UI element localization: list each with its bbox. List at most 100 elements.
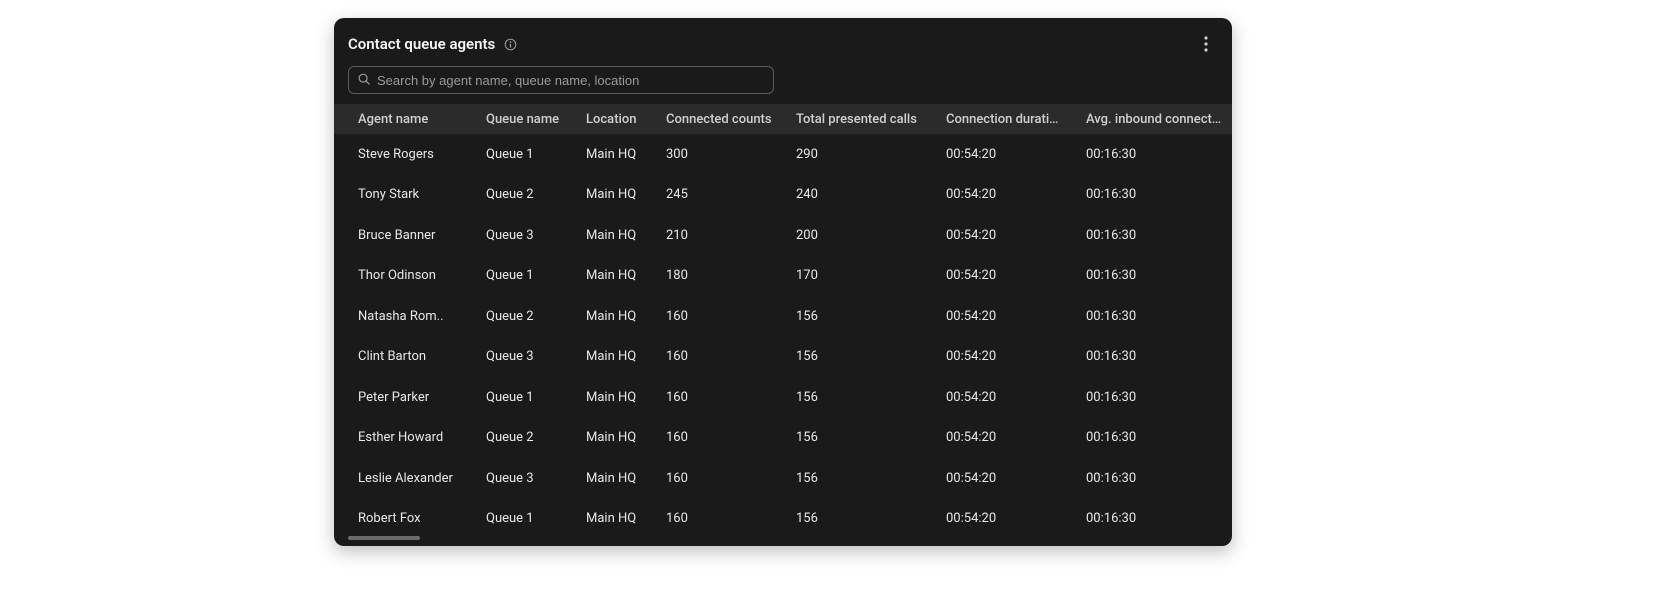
cell-location: Main HQ — [574, 268, 654, 283]
search-row — [334, 66, 1232, 104]
cell-location: Main HQ — [574, 147, 654, 162]
table-body: Steve RogersQueue 1Main HQ30029000:54:20… — [334, 134, 1232, 539]
cell-connected: 180 — [654, 268, 784, 283]
table-row[interactable]: Steve RogersQueue 1Main HQ30029000:54:20… — [334, 134, 1232, 175]
cell-location: Main HQ — [574, 511, 654, 526]
cell-avg-inbound: 00:16:30 — [1074, 430, 1232, 445]
cell-agent-name: Thor Odinson — [334, 268, 474, 283]
cell-agent-name: Clint Barton — [334, 349, 474, 364]
cell-agent-name: Tony Stark — [334, 187, 474, 202]
cell-avg-inbound: 00:16:30 — [1074, 511, 1232, 526]
search-icon — [357, 71, 371, 90]
table-row[interactable]: Esther HowardQueue 2Main HQ16015600:54:2… — [334, 418, 1232, 459]
cell-avg-inbound: 00:16:30 — [1074, 187, 1232, 202]
cell-agent-name: Leslie Alexander — [334, 471, 474, 486]
table-row[interactable]: Natasha Rom..Queue 2Main HQ16015600:54:2… — [334, 296, 1232, 337]
table-row[interactable]: Robert FoxQueue 1Main HQ16015600:54:2000… — [334, 499, 1232, 540]
cell-presented: 156 — [784, 471, 934, 486]
cell-connected: 160 — [654, 471, 784, 486]
horizontal-scrollbar-thumb[interactable] — [348, 536, 420, 540]
cell-location: Main HQ — [574, 228, 654, 243]
cell-presented: 170 — [784, 268, 934, 283]
cell-agent-name: Esther Howard — [334, 430, 474, 445]
cell-connected: 160 — [654, 309, 784, 324]
cell-duration: 00:54:20 — [934, 147, 1074, 162]
agents-table: Agent name Queue name Location Connected… — [334, 104, 1232, 539]
cell-avg-inbound: 00:16:30 — [1074, 349, 1232, 364]
cell-presented: 200 — [784, 228, 934, 243]
cell-duration: 00:54:20 — [934, 309, 1074, 324]
table-row[interactable]: Peter ParkerQueue 1Main HQ16015600:54:20… — [334, 377, 1232, 418]
col-connected[interactable]: Connected counts — [654, 112, 784, 127]
cell-agent-name: Steve Rogers — [334, 147, 474, 162]
cell-location: Main HQ — [574, 349, 654, 364]
cell-duration: 00:54:20 — [934, 390, 1074, 405]
horizontal-scrollbar-track[interactable] — [348, 536, 1218, 540]
cell-presented: 156 — [784, 349, 934, 364]
cell-agent-name: Natasha Rom.. — [334, 309, 474, 324]
cell-location: Main HQ — [574, 187, 654, 202]
cell-avg-inbound: 00:16:30 — [1074, 228, 1232, 243]
cell-queue-name: Queue 3 — [474, 471, 574, 486]
cell-agent-name: Bruce Banner — [334, 228, 474, 243]
cell-connected: 210 — [654, 228, 784, 243]
table-wrap: Agent name Queue name Location Connected… — [334, 104, 1232, 546]
table-row[interactable]: Bruce BannerQueue 3Main HQ21020000:54:20… — [334, 215, 1232, 256]
cell-queue-name: Queue 2 — [474, 309, 574, 324]
cell-presented: 156 — [784, 390, 934, 405]
table-row[interactable]: Clint BartonQueue 3Main HQ16015600:54:20… — [334, 337, 1232, 378]
col-agent-name[interactable]: Agent name — [334, 112, 474, 127]
table-row[interactable]: Leslie AlexanderQueue 3Main HQ16015600:5… — [334, 458, 1232, 499]
cell-queue-name: Queue 1 — [474, 268, 574, 283]
cell-duration: 00:54:20 — [934, 349, 1074, 364]
panel-header: Contact queue agents — [334, 18, 1232, 66]
cell-connected: 300 — [654, 147, 784, 162]
more-options-button[interactable] — [1194, 32, 1218, 56]
cell-presented: 156 — [784, 430, 934, 445]
col-presented[interactable]: Total presented calls — [784, 112, 934, 127]
table-row[interactable]: Thor OdinsonQueue 1Main HQ18017000:54:20… — [334, 256, 1232, 297]
cell-queue-name: Queue 1 — [474, 390, 574, 405]
cell-avg-inbound: 00:16:30 — [1074, 309, 1232, 324]
cell-connected: 245 — [654, 187, 784, 202]
table-row[interactable]: Tony StarkQueue 2Main HQ24524000:54:2000… — [334, 175, 1232, 216]
cell-agent-name: Peter Parker — [334, 390, 474, 405]
col-duration[interactable]: Connection duration — [934, 112, 1074, 127]
cell-duration: 00:54:20 — [934, 228, 1074, 243]
cell-connected: 160 — [654, 511, 784, 526]
col-queue-name[interactable]: Queue name — [474, 112, 574, 127]
col-location[interactable]: Location — [574, 112, 654, 127]
cell-duration: 00:54:20 — [934, 471, 1074, 486]
col-avg-inbound[interactable]: Avg. inbound connect ti — [1074, 112, 1232, 127]
cell-agent-name: Robert Fox — [334, 511, 474, 526]
info-icon[interactable] — [503, 37, 517, 51]
cell-location: Main HQ — [574, 309, 654, 324]
cell-presented: 290 — [784, 147, 934, 162]
cell-presented: 156 — [784, 309, 934, 324]
cell-queue-name: Queue 2 — [474, 430, 574, 445]
cell-connected: 160 — [654, 430, 784, 445]
cell-duration: 00:54:20 — [934, 511, 1074, 526]
cell-duration: 00:54:20 — [934, 268, 1074, 283]
cell-avg-inbound: 00:16:30 — [1074, 268, 1232, 283]
search-input[interactable] — [377, 73, 765, 88]
cell-connected: 160 — [654, 349, 784, 364]
panel-title: Contact queue agents — [348, 35, 495, 53]
cell-duration: 00:54:20 — [934, 430, 1074, 445]
cell-presented: 240 — [784, 187, 934, 202]
cell-connected: 160 — [654, 390, 784, 405]
cell-queue-name: Queue 1 — [474, 511, 574, 526]
cell-queue-name: Queue 2 — [474, 187, 574, 202]
cell-duration: 00:54:20 — [934, 187, 1074, 202]
cell-location: Main HQ — [574, 390, 654, 405]
cell-avg-inbound: 00:16:30 — [1074, 471, 1232, 486]
cell-queue-name: Queue 1 — [474, 147, 574, 162]
cell-presented: 156 — [784, 511, 934, 526]
cell-location: Main HQ — [574, 471, 654, 486]
cell-avg-inbound: 00:16:30 — [1074, 147, 1232, 162]
table-scroll[interactable]: Agent name Queue name Location Connected… — [334, 104, 1232, 546]
search-box[interactable] — [348, 66, 774, 94]
contact-queue-agents-panel: Contact queue agents — [334, 18, 1232, 546]
cell-queue-name: Queue 3 — [474, 228, 574, 243]
cell-queue-name: Queue 3 — [474, 349, 574, 364]
